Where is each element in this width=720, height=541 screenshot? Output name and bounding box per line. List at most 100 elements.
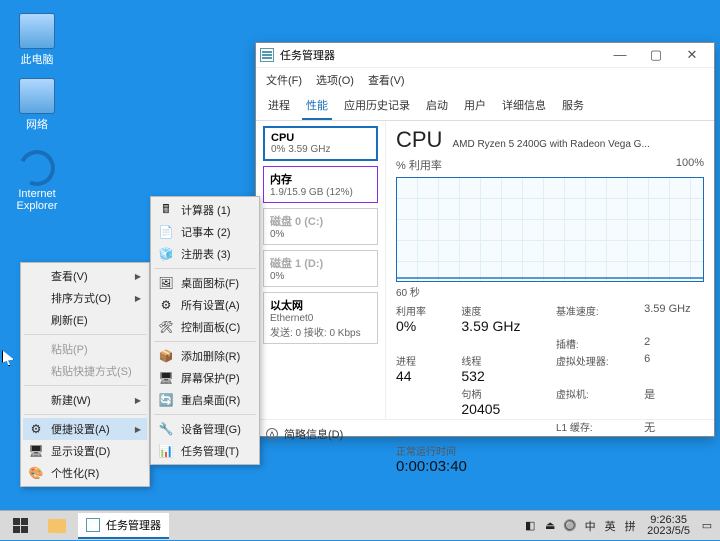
menu-icon: 🔧 [158, 421, 174, 437]
taskbar-label: 任务管理器 [106, 517, 161, 533]
menu-label: 注册表 (3) [181, 246, 231, 262]
tray-icon[interactable]: 🔘 [563, 519, 577, 533]
subctx-item[interactable]: 🔧设备管理(G) [153, 418, 257, 440]
window-title: 任务管理器 [280, 47, 335, 63]
chevron-up-icon[interactable]: ˄ [266, 428, 278, 440]
menu-icon: ⚙ [28, 421, 44, 437]
titlebar[interactable]: 任务管理器 — ▢ ✕ [256, 43, 714, 68]
subctx-item[interactable]: 🧊注册表 (3) [153, 243, 257, 265]
subctx-item[interactable]: ⚙所有设置(A) [153, 294, 257, 316]
subctx-item[interactable]: 🛠 控制面板(C) [153, 316, 257, 338]
tab-performance[interactable]: 性能 [302, 92, 332, 120]
start-button[interactable] [0, 511, 40, 541]
menu-icon: 🔄 [158, 392, 174, 408]
stat-v: 2 [644, 336, 650, 348]
card-title: CPU [271, 132, 370, 144]
menu-label: 新建(W) [51, 392, 91, 408]
menu-view[interactable]: 查看(V) [368, 72, 405, 88]
taskbar-app-taskmgr[interactable]: 任务管理器 [78, 513, 169, 539]
close-button[interactable]: ✕ [674, 45, 710, 65]
cpu-panel: CPU AMD Ryzen 5 2400G with Radeon Vega G… [386, 121, 714, 419]
menu-label: 任务管理(T) [181, 443, 239, 459]
ctx-item[interactable]: 查看(V) [23, 265, 147, 287]
stat-v: 是 [644, 389, 655, 401]
icon-label: Internet Explorer [12, 188, 62, 212]
ctx-item[interactable]: 粘贴(P) [23, 338, 147, 360]
subctx-item[interactable]: 🖩计算器 (1) [153, 199, 257, 221]
tab-users[interactable]: 用户 [460, 92, 490, 120]
stat-k: 线程 [461, 353, 534, 368]
tray-icon[interactable]: ⏏ [543, 519, 557, 533]
menu-label: 控制面板(C) [181, 319, 240, 335]
menu-icon: 🖥 [158, 370, 174, 386]
cpu-utilization-chart [396, 177, 704, 282]
stat-k: 速度 [461, 303, 534, 318]
side-card-disk0[interactable]: 磁盘 0 (C:) 0% [263, 208, 378, 245]
card-title: 磁盘 1 (D:) [270, 255, 371, 271]
maximize-button[interactable]: ▢ [638, 45, 674, 65]
ctx-item[interactable]: 🖥显示设置(D) [23, 440, 147, 462]
ime-badge[interactable]: 英 [603, 519, 617, 533]
ctx-item[interactable]: 🎨 个性化(R) [23, 462, 147, 484]
ctx-item[interactable]: ⚙便捷设置(A) [23, 418, 147, 440]
taskmgr-icon [260, 48, 274, 62]
card-sub: 0% [270, 271, 371, 282]
x-axis-label: 60 秒 [396, 284, 704, 299]
tab-app-history[interactable]: 应用历史记录 [340, 92, 414, 120]
tab-processes[interactable]: 进程 [264, 92, 294, 120]
stat-v: 20405 [461, 401, 534, 417]
ctx-item[interactable]: 新建(W) [23, 389, 147, 411]
subctx-item[interactable]: 🖼桌面图标(F) [153, 272, 257, 294]
ime-badge[interactable]: 中 [583, 519, 597, 533]
ctx-item[interactable]: 粘贴快捷方式(S) [23, 360, 147, 382]
menu-icon: 🎨 [28, 465, 44, 481]
util-label: % 利用率 [396, 157, 442, 173]
subctx-item[interactable]: 📊任务管理(T) [153, 440, 257, 462]
ctx-item[interactable]: 刷新(E) [23, 309, 147, 331]
footer-toggle[interactable]: 简略信息(D) [284, 426, 343, 442]
menu-options[interactable]: 选项(O) [316, 72, 354, 88]
taskbar-clock[interactable]: 9:26:35 2023/5/5 [643, 515, 694, 537]
menu-label: 个性化(R) [51, 465, 99, 481]
explorer-pinned[interactable] [48, 519, 66, 533]
ime-badge[interactable]: 拼 [623, 519, 637, 533]
tray-icon[interactable]: ◧ [523, 519, 537, 533]
notifications-icon[interactable]: ▭ [700, 519, 714, 533]
side-card-disk1[interactable]: 磁盘 1 (D:) 0% [263, 250, 378, 287]
card-sub: 0% [270, 229, 371, 240]
tab-details[interactable]: 详细信息 [498, 92, 550, 120]
icon-label: 网络 [12, 116, 62, 132]
subctx-item[interactable]: 📦添加删除(R) [153, 345, 257, 367]
menu-label: 所有设置(A) [181, 297, 240, 313]
uptime-value: 0:00:03:40 [396, 458, 704, 475]
desktop-icon-this-pc[interactable]: 此电脑 [12, 13, 62, 67]
icon-label: 此电脑 [12, 51, 62, 67]
menu-label: 桌面图标(F) [181, 275, 239, 291]
stat-k: 虚拟处理器: [556, 357, 609, 368]
util-max: 100% [676, 157, 704, 173]
subctx-item[interactable]: 📄记事本 (2) [153, 221, 257, 243]
stat-v: 0% [396, 318, 439, 334]
menu-label: 屏幕保护(P) [181, 370, 240, 386]
subctx-item[interactable]: 🔄重启桌面(R) [153, 389, 257, 411]
menu-label: 排序方式(O) [51, 290, 111, 306]
menu-label: 刷新(E) [51, 312, 88, 328]
cpu-model: AMD Ryzen 5 2400G with Radeon Vega G... [452, 139, 649, 150]
date: 2023/5/5 [647, 526, 690, 537]
menu-file[interactable]: 文件(F) [266, 72, 302, 88]
side-card-cpu[interactable]: CPU 0% 3.59 GHz [263, 126, 378, 161]
side-card-ethernet[interactable]: 以太网 Ethernet0 发送: 0 接收: 0 Kbps [263, 292, 378, 344]
desktop-icon-network[interactable]: 网络 [12, 78, 62, 132]
subctx-item[interactable]: 🖥 屏幕保护(P) [153, 367, 257, 389]
tab-startup[interactable]: 启动 [422, 92, 452, 120]
stat-v: 无 [644, 422, 655, 434]
minimize-button[interactable]: — [602, 45, 638, 65]
stat-v: 3.59 GHz [644, 303, 690, 315]
desktop-icon-ie[interactable]: Internet Explorer [12, 150, 62, 212]
stat-k: 插槽: [556, 340, 579, 351]
menu-icon: 🛠 [158, 319, 174, 335]
menu-icon: 🖥 [28, 443, 44, 459]
side-card-memory[interactable]: 内存 1.9/15.9 GB (12%) [263, 166, 378, 203]
ctx-item[interactable]: 排序方式(O) [23, 287, 147, 309]
tab-services[interactable]: 服务 [558, 92, 588, 120]
